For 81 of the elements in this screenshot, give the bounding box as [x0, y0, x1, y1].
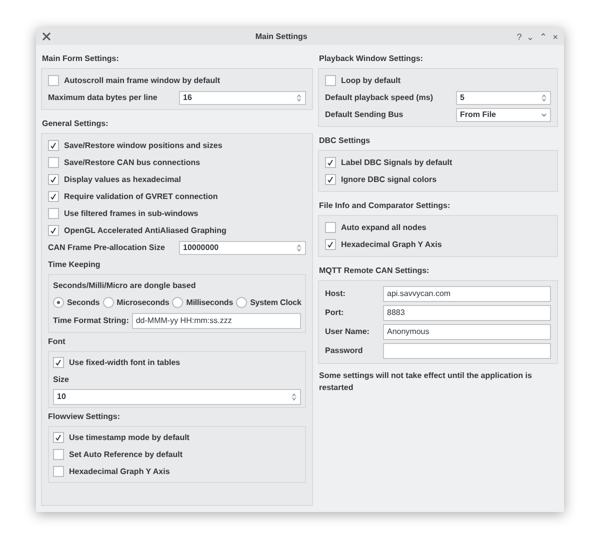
checkbox[interactable] — [325, 157, 336, 168]
checkbox[interactable] — [48, 140, 59, 151]
field-label: User Name: — [325, 327, 370, 336]
group-title: Time Keeping — [48, 259, 102, 271]
checkbox[interactable] — [48, 75, 59, 86]
checkbox[interactable] — [325, 222, 336, 233]
checkbox-label: Save/Restore CAN bus connections — [64, 158, 200, 167]
field-label: Default Sending Bus — [325, 110, 404, 119]
spin-arrows-icon[interactable] — [296, 92, 302, 102]
checkbox-label: Set Auto Reference by default — [69, 450, 183, 459]
field-label: Maximum data bytes per line — [48, 93, 158, 102]
spin-box[interactable]: 5 — [456, 90, 551, 104]
spin-arrows-icon[interactable] — [296, 242, 302, 252]
caption: Seconds/Milli/Micro are dongle based — [53, 281, 196, 290]
window-control[interactable]: × — [552, 32, 558, 42]
checkbox[interactable] — [48, 208, 59, 219]
field-label: Default playback speed (ms) — [325, 93, 434, 102]
input-field[interactable]: api.savvycan.com — [383, 286, 551, 302]
checkbox[interactable] — [53, 432, 64, 443]
checkbox[interactable] — [48, 225, 59, 236]
checkbox-label: Hexadecimal Graph Y Axis — [341, 240, 442, 249]
field-label: Time Format String: — [53, 316, 129, 325]
field-label: Port: — [325, 308, 345, 317]
checkbox-label: Use filtered frames in sub-windows — [64, 209, 198, 218]
spin-box[interactable]: 16 — [179, 90, 306, 104]
section-title: MQTT Remote CAN Settings: — [318, 265, 430, 277]
checkbox-label: Loop by default — [341, 76, 401, 85]
window-control[interactable]: ⌃ — [540, 32, 548, 42]
group-title: Flowview Settings: — [48, 411, 122, 423]
checkbox[interactable] — [48, 191, 59, 202]
checkbox-label: Require validation of GVRET connection — [64, 192, 218, 201]
input-field[interactable]: 8883 — [383, 304, 551, 320]
checkbox[interactable] — [325, 174, 336, 185]
radio-button[interactable] — [102, 297, 114, 308]
section-title: General Settings: — [41, 118, 110, 130]
window-title: Main Settings — [254, 32, 308, 41]
radio-button[interactable] — [53, 297, 64, 308]
note-text: Some settings will not take effect until the application is restarted — [318, 370, 533, 394]
input-field[interactable]: Anonymous — [383, 324, 551, 340]
checkbox[interactable] — [53, 357, 64, 368]
field-label: CAN Frame Pre-allocation Size — [48, 243, 166, 252]
checkbox[interactable] — [325, 75, 336, 86]
spin-arrows-icon[interactable] — [291, 392, 297, 402]
checkbox[interactable] — [53, 449, 64, 460]
checkbox-label: Ignore DBC signal colors — [341, 175, 437, 184]
checkbox[interactable] — [48, 174, 59, 185]
dropdown[interactable]: From File — [456, 108, 551, 122]
radio-label: Seconds — [67, 298, 100, 307]
checkbox-label: Hexadecimal Graph Y Axis — [69, 467, 170, 476]
checkbox-label: Use timestamp mode by default — [69, 433, 190, 442]
checkbox-label: OpenGL Accelerated AntiAliased Graphing — [64, 226, 226, 235]
checkbox-label: Save/Restore window positions and sizes — [64, 141, 222, 150]
checkbox[interactable] — [53, 466, 64, 477]
section-title: Main Form Settings: — [41, 53, 120, 65]
checkbox-label: Label DBC Signals by default — [341, 158, 452, 167]
app-icon — [42, 32, 51, 41]
checkbox[interactable] — [325, 239, 336, 250]
radio-label: Microseconds — [116, 298, 170, 307]
section-title: Playback Window Settings: — [318, 53, 424, 65]
checkbox-label: Autoscroll main frame window by default — [64, 76, 220, 85]
section-title: File Info and Comparator Settings: — [318, 200, 452, 212]
section-title: DBC Settings — [318, 135, 372, 147]
input-field[interactable] — [383, 342, 551, 358]
radio-button[interactable] — [236, 297, 248, 308]
window-control[interactable]: ⌄ — [526, 32, 535, 42]
field-label: Host: — [325, 289, 346, 298]
caption: Size — [53, 375, 70, 384]
radio-button[interactable] — [172, 297, 184, 308]
checkbox-label: Auto expand all nodes — [341, 223, 426, 232]
radio-label: Milliseconds — [186, 298, 234, 307]
spin-box[interactable]: 10 — [53, 388, 301, 404]
field-label: Password — [325, 346, 364, 355]
spin-box[interactable]: 10000000 — [179, 240, 306, 254]
group-title: Font — [48, 336, 66, 348]
input-field[interactable]: dd-MMM-yy HH:mm:ss.zzz — [132, 312, 301, 328]
radio-label: System Clock — [250, 298, 302, 307]
checkbox[interactable] — [48, 157, 59, 168]
window-control[interactable]: ? — [516, 32, 522, 42]
checkbox-label: Display values as hexadecimal — [64, 175, 181, 184]
spin-arrows-icon[interactable] — [541, 92, 547, 102]
checkbox-label: Use fixed-width font in tables — [69, 358, 180, 367]
